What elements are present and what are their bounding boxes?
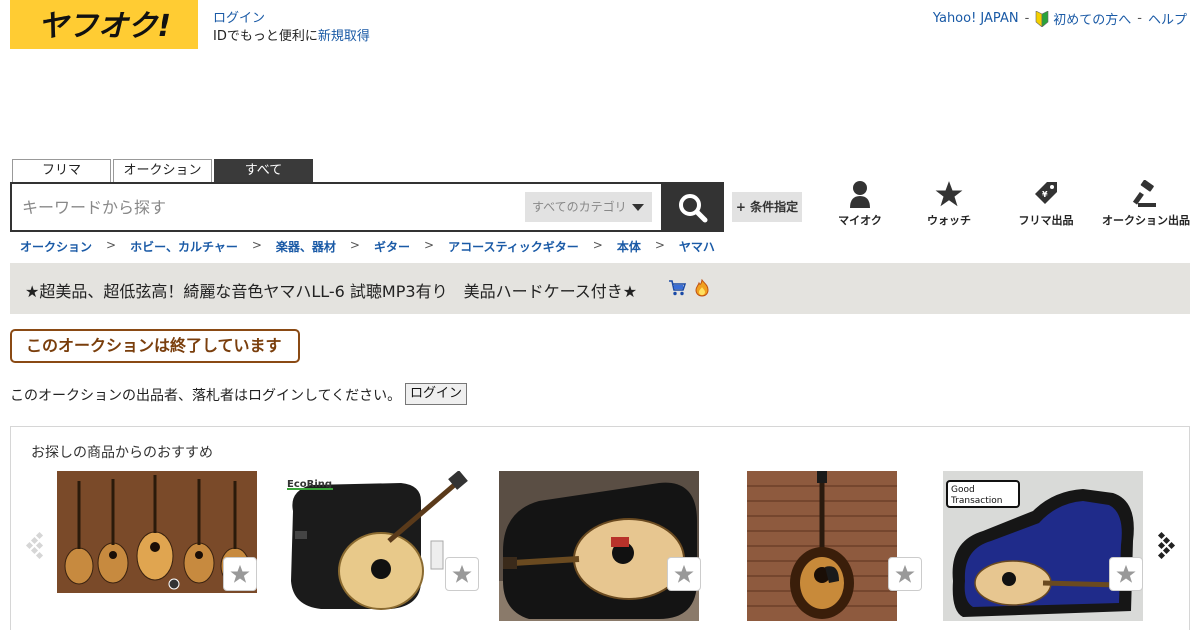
chevron-down-icon [632,204,644,211]
yahoo-japan-link[interactable]: Yahoo! JAPAN [933,11,1019,26]
auction-listing-link[interactable]: オークション出品 [1098,180,1194,228]
breadcrumb-arrow: > [349,238,360,252]
watch-button[interactable] [888,557,922,591]
recommend-panel: お探しの商品からのおすすめ EcoRing Good Transaction [10,426,1190,630]
search-input[interactable] [22,191,512,223]
breadcrumb-arrow: > [424,238,435,252]
furima-listing-link[interactable]: ¥ フリマ出品 [1014,180,1078,228]
star-icon [895,564,915,583]
auction-listing-label: オークション出品 [1102,214,1190,227]
quick-icons: マイオク ウォッチ ¥ フリマ出品 オークション出品 [820,180,1200,230]
breadcrumb-item[interactable]: アコースティックギター [448,238,579,255]
header-login-link[interactable]: ログイン [213,11,265,26]
carousel-prev-icon[interactable] [25,531,45,563]
recommend-item[interactable]: EcoRing [281,471,481,621]
tab-auction[interactable]: オークション [113,159,212,182]
tab-furima[interactable]: フリマ [12,159,111,182]
breadcrumb-arrow: > [654,238,665,252]
recommend-item[interactable]: Good Transaction [943,471,1143,621]
recommend-item[interactable] [747,471,897,621]
breadcrumb-item[interactable]: オークション [20,238,92,255]
top-links: Yahoo! JAPAN - 初めての方へ - ヘルプ [933,9,1187,28]
yahoo-auction-logo[interactable]: ヤフオク! [10,0,198,49]
beginner-mark-icon [1035,10,1049,28]
search-tabs: フリマ オークション すべて [12,159,313,182]
watch-button[interactable] [1109,557,1143,591]
separator: - [1024,11,1030,26]
breadcrumb-item[interactable]: ギター [374,238,410,255]
product-image [747,471,897,621]
breadcrumb-item[interactable]: ホビー、カルチャー [130,238,238,255]
register-link[interactable]: 新規取得 [318,29,370,44]
search-box: すべてのカテゴリ [10,182,663,232]
breadcrumb-item[interactable]: ヤマハ [679,238,715,255]
logo-text: ヤフオク! [38,9,171,44]
myauc-label: マイオク [838,214,882,227]
person-icon [850,181,870,208]
carousel-next-icon[interactable] [1156,531,1176,563]
breadcrumb-item[interactable]: 本体 [617,238,641,255]
product-image: Good Transaction [943,471,1143,621]
breadcrumb-item[interactable]: 楽器、器材 [276,238,336,255]
price-tag-icon: ¥ [1035,182,1057,204]
watch-button[interactable] [667,557,701,591]
tab-all[interactable]: すべて [214,159,313,182]
auction-ended-badge: このオークションは終了しています [10,329,300,363]
svg-text:¥: ¥ [1042,190,1048,199]
item-title: ★超美品、超低弦高！綺麗な音色ヤマハLL-6 試聴MP3有り 美品ハードケース付… [25,282,638,301]
gavel-icon [1132,180,1156,207]
breadcrumb-arrow: > [251,238,262,252]
category-select-label: すべてのカテゴリ [532,200,627,214]
product-image [499,471,699,621]
star-icon [230,564,250,583]
star-icon [1116,564,1136,583]
item-title-bar: ★超美品、超低弦高！綺麗な音色ヤマハLL-6 試聴MP3有り 美品ハードケース付… [10,263,1190,314]
category-select[interactable]: すべてのカテゴリ [525,192,652,222]
search-icon [679,194,708,223]
recommend-heading: お探しの商品からのおすすめ [31,445,213,461]
breadcrumb-arrow: > [106,238,117,252]
beginner-link[interactable]: 初めての方へ [1053,9,1131,28]
login-sub-text: IDでもっと便利に [213,29,318,44]
product-image: EcoRing [281,471,481,621]
search-button[interactable] [662,182,724,232]
login-block: ログイン IDでもっと便利に新規取得 [213,10,370,46]
logo-mark: ヤフオク! [38,9,171,44]
recommend-item[interactable] [499,471,699,621]
help-link[interactable]: ヘルプ [1148,9,1187,28]
condition-button[interactable]: + 条件指定 [732,192,802,222]
cart-icon [668,280,687,300]
watch-button[interactable] [445,557,479,591]
watch-link[interactable]: ウォッチ [924,180,974,228]
watch-label: ウォッチ [927,214,971,227]
myauc-link[interactable]: マイオク [838,180,882,228]
separator: - [1137,11,1142,26]
watch-button[interactable] [223,557,257,591]
star-icon [935,181,963,207]
star-icon [674,564,694,583]
star-icon [452,564,472,583]
breadcrumb-arrow: > [592,238,603,252]
hot-item-icon [693,278,711,301]
login-note: このオークションの出品者、落札者はログインしてください。 [10,388,402,404]
furima-listing-label: フリマ出品 [1018,214,1074,227]
recommend-item[interactable] [57,471,257,621]
breadcrumb: オークション > ホビー、カルチャー > 楽器、器材 > ギター > アコーステ… [20,238,715,255]
login-button[interactable]: ログイン [405,383,468,405]
